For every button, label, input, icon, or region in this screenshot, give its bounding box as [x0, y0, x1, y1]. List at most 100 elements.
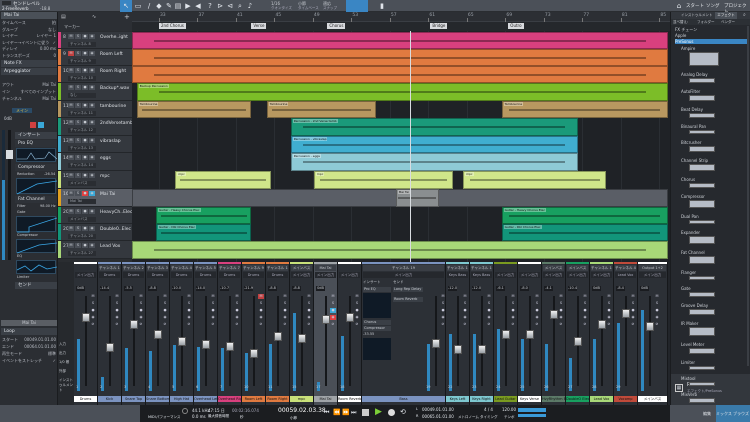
insert-slot[interactable]: Compressor — [363, 326, 391, 331]
channel-strip[interactable]: チャンネル 9 Drums -21.9 M S ● ◉ ⊘ 10 Room Left — [242, 262, 266, 405]
track-header[interactable]: 14 M S ● ◉ eggs チャンネル 14 — [58, 153, 132, 171]
fader-handle[interactable] — [130, 319, 138, 329]
param-value[interactable]: -18.8 — [40, 6, 50, 11]
record-button[interactable]: ● — [82, 226, 88, 231]
channel-input[interactable]: Mai Tai — [315, 265, 336, 271]
solo-button[interactable]: S — [75, 34, 81, 39]
mute-button[interactable]: M — [68, 209, 74, 214]
audio-clip[interactable]: mpc — [313, 171, 454, 189]
mute-button[interactable]: M — [234, 294, 240, 299]
rewind-icon[interactable]: ⏪ — [333, 409, 340, 416]
channel-strip[interactable]: メインバス メイン出力 -8.8 M S ● ◉ ⊘ 15 mpc — [290, 262, 314, 405]
inspector-row[interactable]: レイヤー レイヤー 1 — [2, 33, 56, 39]
solo-button[interactable]: S — [75, 120, 81, 125]
channel-output[interactable]: メイン出力 — [567, 272, 588, 278]
insert-slot[interactable]: Pro EQ — [363, 287, 391, 292]
record-button[interactable]: ● — [534, 308, 540, 313]
channel-output[interactable]: メイン出力 — [591, 272, 612, 278]
audio-clip[interactable]: mpc — [463, 171, 607, 189]
pan-knob[interactable]: ⊘ — [258, 322, 264, 327]
volume-value[interactable]: -10.4 — [568, 286, 577, 291]
start-icon[interactable]: ⌂ — [675, 2, 683, 10]
mute-button[interactable]: M — [210, 294, 216, 299]
channel-strip[interactable]: チャンネル 4 Lead Vox -8.4 M S ● ◉ ⊘ 29 Vocomp — [614, 262, 638, 405]
solo-button[interactable]: S — [186, 301, 192, 306]
mixer-side-label[interactable]: インストゥルメント — [59, 378, 74, 393]
pan-knob[interactable]: ⊘ — [186, 322, 192, 327]
track-output[interactable]: チャンネル 10 — [68, 76, 96, 81]
record-button[interactable]: ● — [234, 308, 240, 313]
audio-clip[interactable] — [132, 66, 669, 83]
playhead[interactable] — [410, 31, 412, 262]
inspector-fader[interactable] — [6, 130, 13, 260]
track-name[interactable]: tambourine — [100, 104, 126, 109]
arpeggiator-header[interactable]: Arpeggiator — [1, 68, 57, 75]
pan-knob[interactable]: ⊘ — [234, 322, 240, 327]
marker-track[interactable]: 2nd Chorus Verse Chorus Bridge Outro — [132, 22, 670, 31]
io-row[interactable]: チャンネル Mai Tai — [2, 96, 56, 102]
track-header[interactable]: 15 M S ● ◉ mpc メインバス — [58, 171, 132, 189]
record-button[interactable]: ● — [90, 308, 96, 313]
channel-name[interactable]: Snare Top — [122, 396, 145, 402]
channel-name[interactable]: Overhead Right — [218, 396, 241, 402]
monitor-button[interactable]: ◉ — [89, 155, 95, 160]
monitor-button[interactable]: ◉ — [282, 315, 288, 320]
tempo-value[interactable]: 120.00 — [502, 407, 516, 412]
monitor-button[interactable]: ◉ — [654, 315, 660, 320]
loop-value[interactable]: 00064.01.01.00 — [24, 344, 56, 350]
volume-value[interactable]: 0dB — [76, 286, 85, 291]
channel-output[interactable]: Drums — [171, 272, 192, 278]
channel-input[interactable]: チャンネル 4 — [615, 265, 636, 271]
mute-button[interactable]: M — [534, 294, 540, 299]
row-value[interactable]: 0 — [53, 53, 56, 59]
channel-name[interactable]: Bass — [362, 396, 445, 402]
mute-button[interactable]: M — [354, 294, 360, 299]
channel-input[interactable]: チャンネル 3 — [147, 265, 168, 271]
track-header[interactable]: 11 M S ● ◉ tambourine チャンネル 11 — [58, 101, 132, 118]
audio-clip[interactable]: Percussion - vibraslap — [290, 136, 578, 153]
solo-button[interactable]: S — [75, 243, 81, 248]
solo-button[interactable]: S — [282, 301, 288, 306]
browser-plugin-item[interactable]: IR Maker — [681, 321, 698, 326]
audio-clip[interactable] — [132, 49, 669, 66]
fader-handle[interactable] — [574, 336, 582, 346]
mute-button[interactable]: M — [68, 226, 74, 231]
channel-input[interactable]: チャンネル 12 — [471, 265, 492, 271]
monitor-button[interactable]: ◉ — [258, 315, 264, 320]
mute-button[interactable]: M — [68, 68, 74, 73]
pan-knob[interactable]: ⊘ — [582, 322, 588, 327]
solo-button[interactable]: S — [114, 301, 120, 306]
loop-value[interactable]: 00049.01.01.00 — [24, 337, 56, 343]
solo-button[interactable]: S — [306, 301, 312, 306]
channel-strip[interactable]: メイン出力 -8.0 M S ● ◉ ⊘ 25 Keys Verse — [518, 262, 542, 405]
loop-row[interactable]: エンド 00064.01.01.00 — [2, 344, 56, 350]
fader-handle[interactable] — [502, 330, 510, 339]
pan-knob[interactable]: ⊘ — [354, 322, 360, 327]
solo-button[interactable]: S — [90, 301, 96, 306]
browser-plugin-item[interactable]: Flanger — [681, 270, 696, 275]
monitor-button[interactable]: ◉ — [89, 226, 95, 231]
channel-output[interactable]: メイン出力 — [75, 272, 96, 278]
track-output[interactable]: チャンネル 20 — [68, 234, 96, 239]
bend-tool-icon[interactable]: ▤ — [174, 2, 182, 10]
track-header[interactable]: 16 M S ● ◉ Mai Tai Mai Tai — [58, 189, 132, 207]
track-output[interactable]: チャンネル 13 — [68, 146, 96, 151]
pan-knob[interactable]: ⊘ — [558, 322, 564, 327]
track-name[interactable]: Double0..Elec — [100, 227, 131, 232]
channel-name[interactable]: メインバス — [638, 396, 667, 402]
mixer-side-label[interactable]: 1/0 帳 — [59, 360, 69, 365]
insert-fat-channel[interactable]: Fat Channel — [15, 196, 57, 203]
channel-input[interactable]: メインバス — [291, 265, 312, 271]
pan-knob[interactable]: ⊘ — [114, 322, 120, 327]
monitor-button[interactable]: ◉ — [89, 85, 95, 90]
record-button[interactable]: ● — [138, 308, 144, 313]
channel-strip[interactable]: チャンネル 7Drums -10.7 MS ● ◉ ⊘ 7 Overhead Right — [218, 262, 242, 405]
volume-value[interactable]: -8.8 — [292, 286, 301, 291]
channel-name[interactable]: Vocomp — [614, 396, 637, 402]
record-button[interactable]: ● — [186, 308, 192, 313]
channel-input[interactable]: チャンネル 2 — [123, 265, 144, 271]
track-name[interactable]: Lead Vox — [100, 244, 120, 249]
fader-handle[interactable] — [598, 319, 606, 329]
monitor-button[interactable]: ◉ — [306, 315, 312, 320]
audio-clip[interactable]: Tambourine — [501, 101, 669, 118]
